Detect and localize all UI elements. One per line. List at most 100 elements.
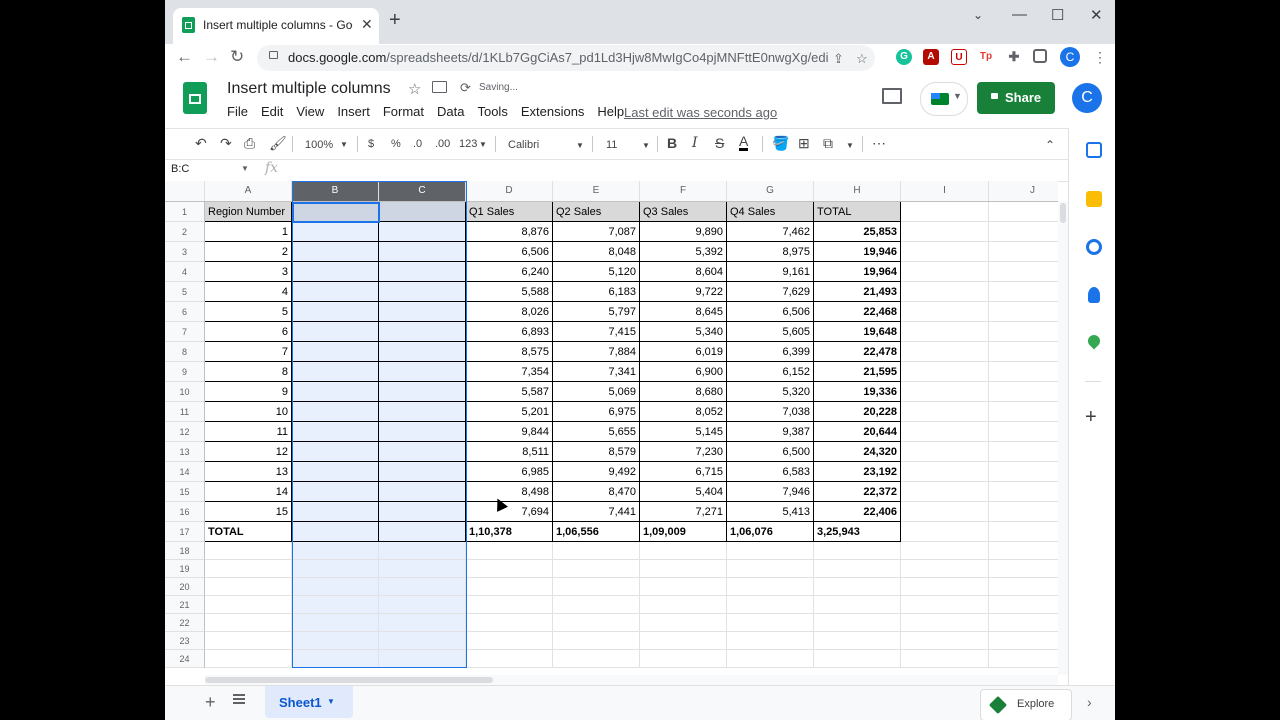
cell-a3[interactable]: 2 [205,242,292,262]
cell-g4[interactable]: 9,161 [727,262,814,282]
cell-c8[interactable] [379,342,466,362]
cell-d19[interactable] [466,560,553,578]
cell-h4[interactable]: 19,964 [814,262,901,282]
cell-b20[interactable] [292,578,379,596]
cell-e18[interactable] [553,542,640,560]
zoom-select[interactable]: 100% [305,136,333,154]
cell-c1[interactable] [379,202,466,222]
bold-button[interactable]: B [667,134,677,152]
bookmark-star-icon[interactable]: ☆ [856,51,868,67]
cell-f3[interactable]: 5,392 [640,242,727,262]
row-header[interactable]: 9 [165,362,205,382]
cell-c10[interactable] [379,382,466,402]
strikethrough-button[interactable]: S [715,134,724,152]
cell-c24[interactable] [379,650,466,668]
cell-j6[interactable] [989,302,1058,322]
horizontal-scrollbar[interactable] [205,675,1058,685]
cell-g14[interactable]: 6,583 [727,462,814,482]
cell-d12[interactable]: 9,844 [466,422,553,442]
number-format-select[interactable]: 123 [459,135,477,153]
spreadsheet-grid[interactable]: ABCDEFGHIJ Region Number Q1 Sales Q2 Sales… [165,181,1058,675]
cell-d8[interactable]: 8,575 [466,342,553,362]
cell-f4[interactable]: 8,604 [640,262,727,282]
cell-d17[interactable]: 1,10,378 [466,522,553,542]
cell-h11[interactable]: 20,228 [814,402,901,422]
cell-h5[interactable]: 21,493 [814,282,901,302]
cell-e5[interactable]: 6,183 [553,282,640,302]
cell-i12[interactable] [901,422,989,442]
cell-g12[interactable]: 9,387 [727,422,814,442]
cell-e15[interactable]: 8,470 [553,482,640,502]
cell-d10[interactable]: 5,587 [466,382,553,402]
cell-d1[interactable]: Q1 Sales [466,202,553,222]
cell-j2[interactable] [989,222,1058,242]
cell-g9[interactable]: 6,152 [727,362,814,382]
cell-d13[interactable]: 8,511 [466,442,553,462]
cell-d3[interactable]: 6,506 [466,242,553,262]
more-options-button[interactable]: ⋯ [872,134,886,152]
cell-j23[interactable] [989,632,1058,650]
cell-g18[interactable] [727,542,814,560]
cell-b22[interactable] [292,614,379,632]
cell-i6[interactable] [901,302,989,322]
column-header-h[interactable]: H [814,181,901,201]
increase-decimal-button[interactable]: .00 [435,135,450,153]
row-header[interactable]: 7 [165,322,205,342]
cell-j17[interactable] [989,522,1058,542]
cell-e21[interactable] [553,596,640,614]
cell-g1[interactable]: Q4 Sales [727,202,814,222]
cell-f8[interactable]: 6,019 [640,342,727,362]
cell-i23[interactable] [901,632,989,650]
cell-c22[interactable] [379,614,466,632]
cell-e2[interactable]: 7,087 [553,222,640,242]
cell-g6[interactable]: 6,506 [727,302,814,322]
cell-c19[interactable] [379,560,466,578]
cell-f13[interactable]: 7,230 [640,442,727,462]
row-header[interactable]: 15 [165,482,205,502]
cell-e6[interactable]: 5,797 [553,302,640,322]
cell-c13[interactable] [379,442,466,462]
cell-f22[interactable] [640,614,727,632]
cell-h1[interactable]: TOTAL [814,202,901,222]
row-header[interactable]: 17 [165,522,205,542]
row-header[interactable]: 19 [165,560,205,578]
cell-a13[interactable]: 12 [205,442,292,462]
cell-h7[interactable]: 19,648 [814,322,901,342]
cell-c16[interactable] [379,502,466,522]
row-header[interactable]: 18 [165,542,205,560]
cell-h12[interactable]: 20,644 [814,422,901,442]
row-header[interactable]: 10 [165,382,205,402]
cell-c9[interactable] [379,362,466,382]
cell-e8[interactable]: 7,884 [553,342,640,362]
column-header-c[interactable]: C [379,181,466,201]
contacts-icon[interactable] [1088,287,1100,303]
cell-a12[interactable]: 11 [205,422,292,442]
cell-c12[interactable] [379,422,466,442]
cell-a19[interactable] [205,560,292,578]
comment-history-icon[interactable] [882,88,902,104]
text-color-button[interactable]: A [739,134,749,151]
last-edit-link[interactable]: Last edit was seconds ago [624,105,777,120]
cell-a2[interactable]: 1 [205,222,292,242]
cell-f23[interactable] [640,632,727,650]
cell-f19[interactable] [640,560,727,578]
new-tab-button[interactable]: + [389,10,401,30]
cell-c3[interactable] [379,242,466,262]
maps-icon[interactable] [1085,332,1103,350]
cell-a1[interactable]: Region Number [205,202,292,222]
star-icon[interactable]: ☆ [408,80,421,98]
column-header-g[interactable]: G [727,181,814,201]
cell-a5[interactable]: 4 [205,282,292,302]
vertical-scroll-thumb[interactable] [1060,203,1066,223]
cell-j16[interactable] [989,502,1058,522]
cell-b5[interactable] [292,282,379,302]
cell-d5[interactable]: 5,588 [466,282,553,302]
cell-f7[interactable]: 5,340 [640,322,727,342]
cell-g19[interactable] [727,560,814,578]
add-addon-icon[interactable]: + [1085,406,1097,429]
cell-g2[interactable]: 7,462 [727,222,814,242]
cell-i9[interactable] [901,362,989,382]
cell-e4[interactable]: 5,120 [553,262,640,282]
cell-d11[interactable]: 5,201 [466,402,553,422]
cell-h3[interactable]: 19,946 [814,242,901,262]
